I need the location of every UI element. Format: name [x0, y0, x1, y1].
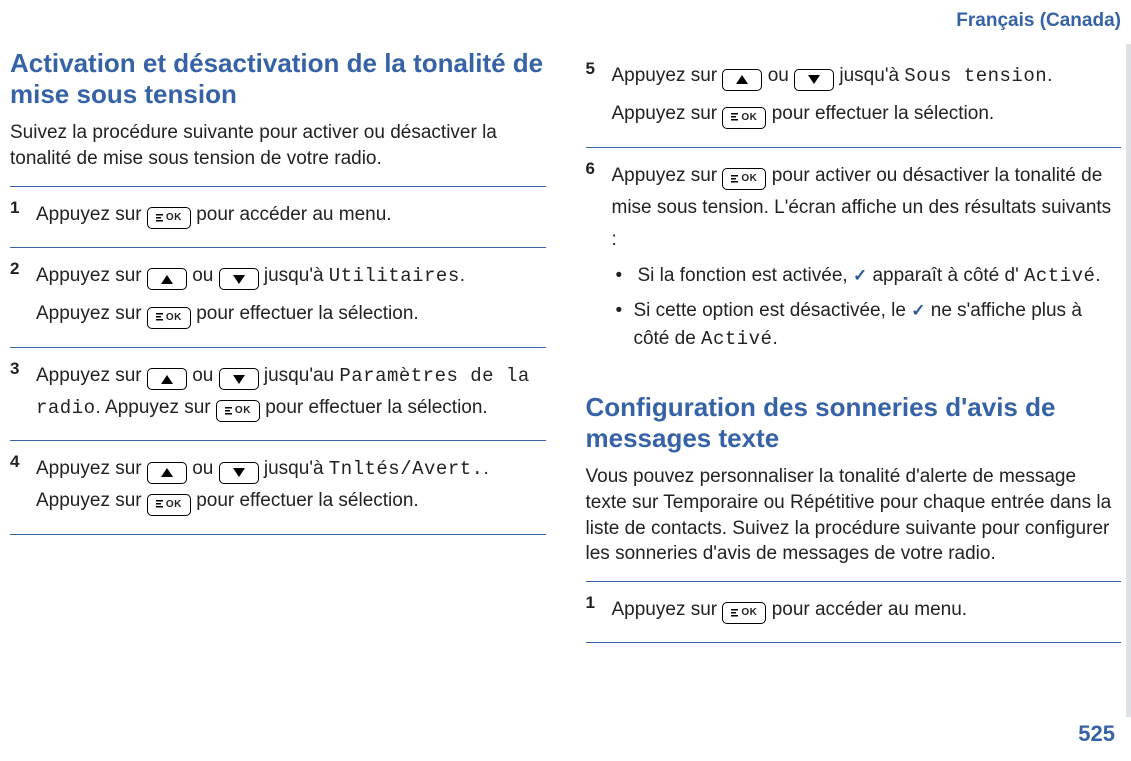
result-bullets: • Si la fonction est activée, ✓ apparaît… [616, 262, 1122, 354]
page-edge-marker [1126, 44, 1131, 717]
up-button-icon [147, 268, 187, 290]
step-body: Appuyez sur ou jusqu'à Utilitaires. Appu… [36, 258, 546, 337]
ok-button-icon: OK [147, 494, 191, 516]
text: Appuyez sur [36, 365, 147, 386]
step-body: Appuyez sur OK pour accéder au menu. [36, 197, 546, 237]
text: Appuyez sur [612, 65, 723, 86]
text: ou [192, 458, 218, 479]
steps-list-2: 1 Appuyez sur OK pour accéder au menu. [586, 581, 1122, 643]
step-number: 6 [586, 158, 612, 360]
text: Appuyez sur [612, 165, 723, 186]
step-number: 5 [586, 58, 612, 137]
steps-list-1: 1 Appuyez sur OK pour accéder au menu. 2… [10, 186, 546, 535]
text: Si cette option est désactivée, le [633, 300, 911, 321]
step-body: Appuyez sur OK pour activer ou désactive… [612, 158, 1122, 360]
text: pour accéder au menu. [772, 599, 967, 620]
steps-list-1b: 5 Appuyez sur ou jusqu'à Sous tension. A… [586, 48, 1122, 370]
text: pour accéder au menu. [196, 204, 391, 225]
page-number: 525 [1078, 721, 1115, 747]
check-icon: ✓ [911, 301, 925, 320]
menu-item: Activé [1024, 265, 1095, 287]
menu-item: Sous tension [904, 65, 1047, 87]
ok-button-icon: OK [147, 307, 191, 329]
section-lead-2: Vous pouvez personnaliser la tonalité d'… [586, 464, 1122, 567]
step-number: 1 [10, 197, 36, 237]
up-button-icon [722, 69, 762, 91]
step-5: 5 Appuyez sur ou jusqu'à Sous tension. A… [586, 48, 1122, 147]
text: ou [192, 365, 218, 386]
step-4: 4 Appuyez sur ou jusqu'à Tnltés/Avert.. … [10, 440, 546, 535]
text: pour effectuer la sélection. [772, 103, 995, 124]
step-number: 3 [10, 358, 36, 431]
menu-item: Activé [701, 328, 772, 350]
text: jusqu'à [839, 65, 904, 86]
text: Si la fonction est activée, [638, 265, 853, 286]
step-1: 1 Appuyez sur OK pour accéder au menu. [10, 186, 546, 247]
bullet-dot: • [616, 297, 634, 354]
step-body: Appuyez sur ou jusqu'à Sous tension. App… [612, 58, 1122, 137]
left-column: Activation et désactivation de la tonali… [10, 48, 546, 643]
right-column: 5 Appuyez sur ou jusqu'à Sous tension. A… [586, 48, 1122, 643]
down-button-icon [219, 268, 259, 290]
text: Appuyez sur [612, 599, 723, 620]
step-body: Appuyez sur ou jusqu'au Paramètres de la… [36, 358, 546, 431]
ok-button-icon: OK [216, 400, 260, 422]
ok-button-icon: OK [722, 168, 766, 190]
text: pour effectuer la sélection. [196, 303, 419, 324]
step-1b: 1 Appuyez sur OK pour accéder au menu. [586, 581, 1122, 643]
check-icon: ✓ [853, 266, 867, 285]
ok-button-icon: OK [147, 207, 191, 229]
ok-button-icon: OK [722, 107, 766, 129]
step-body: Appuyez sur OK pour accéder au menu. [612, 592, 1122, 632]
text: ou [768, 65, 794, 86]
text: jusqu'à [264, 458, 329, 479]
step-number: 4 [10, 451, 36, 524]
text: Appuyez sur [36, 204, 147, 225]
bullet-dot: • [616, 262, 638, 291]
step-6: 6 Appuyez sur OK pour activer ou désacti… [586, 147, 1122, 370]
text: pour effectuer la sélection. [265, 397, 488, 418]
text: . [1095, 265, 1100, 286]
text: Appuyez sur [36, 265, 147, 286]
up-button-icon [147, 462, 187, 484]
bullet-item: • Si la fonction est activée, ✓ apparaît… [616, 262, 1122, 291]
page-columns: Activation et désactivation de la tonali… [10, 48, 1121, 643]
text: Appuyez sur [36, 303, 147, 324]
step-2: 2 Appuyez sur ou jusqu'à Utilitaires. Ap… [10, 247, 546, 347]
text: . Appuyez sur [96, 397, 216, 418]
text: Appuyez sur [612, 103, 723, 124]
step-number: 1 [586, 592, 612, 632]
down-button-icon [219, 368, 259, 390]
down-button-icon [219, 462, 259, 484]
up-button-icon [147, 368, 187, 390]
text: jusqu'à [264, 265, 329, 286]
bullet-item: • Si cette option est désactivée, le ✓ n… [616, 297, 1122, 354]
text: jusqu'au [264, 365, 339, 386]
step-number: 2 [10, 258, 36, 337]
step-body: Appuyez sur ou jusqu'à Tnltés/Avert.. Ap… [36, 451, 546, 524]
step-3: 3 Appuyez sur ou jusqu'au Paramètres de … [10, 347, 546, 441]
text: apparaît à côté d' [872, 265, 1018, 286]
text: pour effectuer la sélection. [196, 490, 419, 511]
header-language: Français (Canada) [956, 10, 1121, 32]
menu-item: Tnltés/Avert. [329, 458, 484, 480]
text: . [772, 328, 777, 349]
text: Appuyez sur [36, 458, 147, 479]
text: . [1047, 65, 1052, 86]
section-title-2: Configuration des sonneries d'avis de me… [586, 392, 1122, 454]
text: ou [192, 265, 218, 286]
menu-item: Utilitaires [329, 265, 460, 287]
section-lead-1: Suivez la procédure suivante pour active… [10, 120, 546, 171]
section-title-1: Activation et désactivation de la tonali… [10, 48, 546, 110]
down-button-icon [794, 69, 834, 91]
ok-button-icon: OK [722, 602, 766, 624]
text: . [460, 265, 465, 286]
